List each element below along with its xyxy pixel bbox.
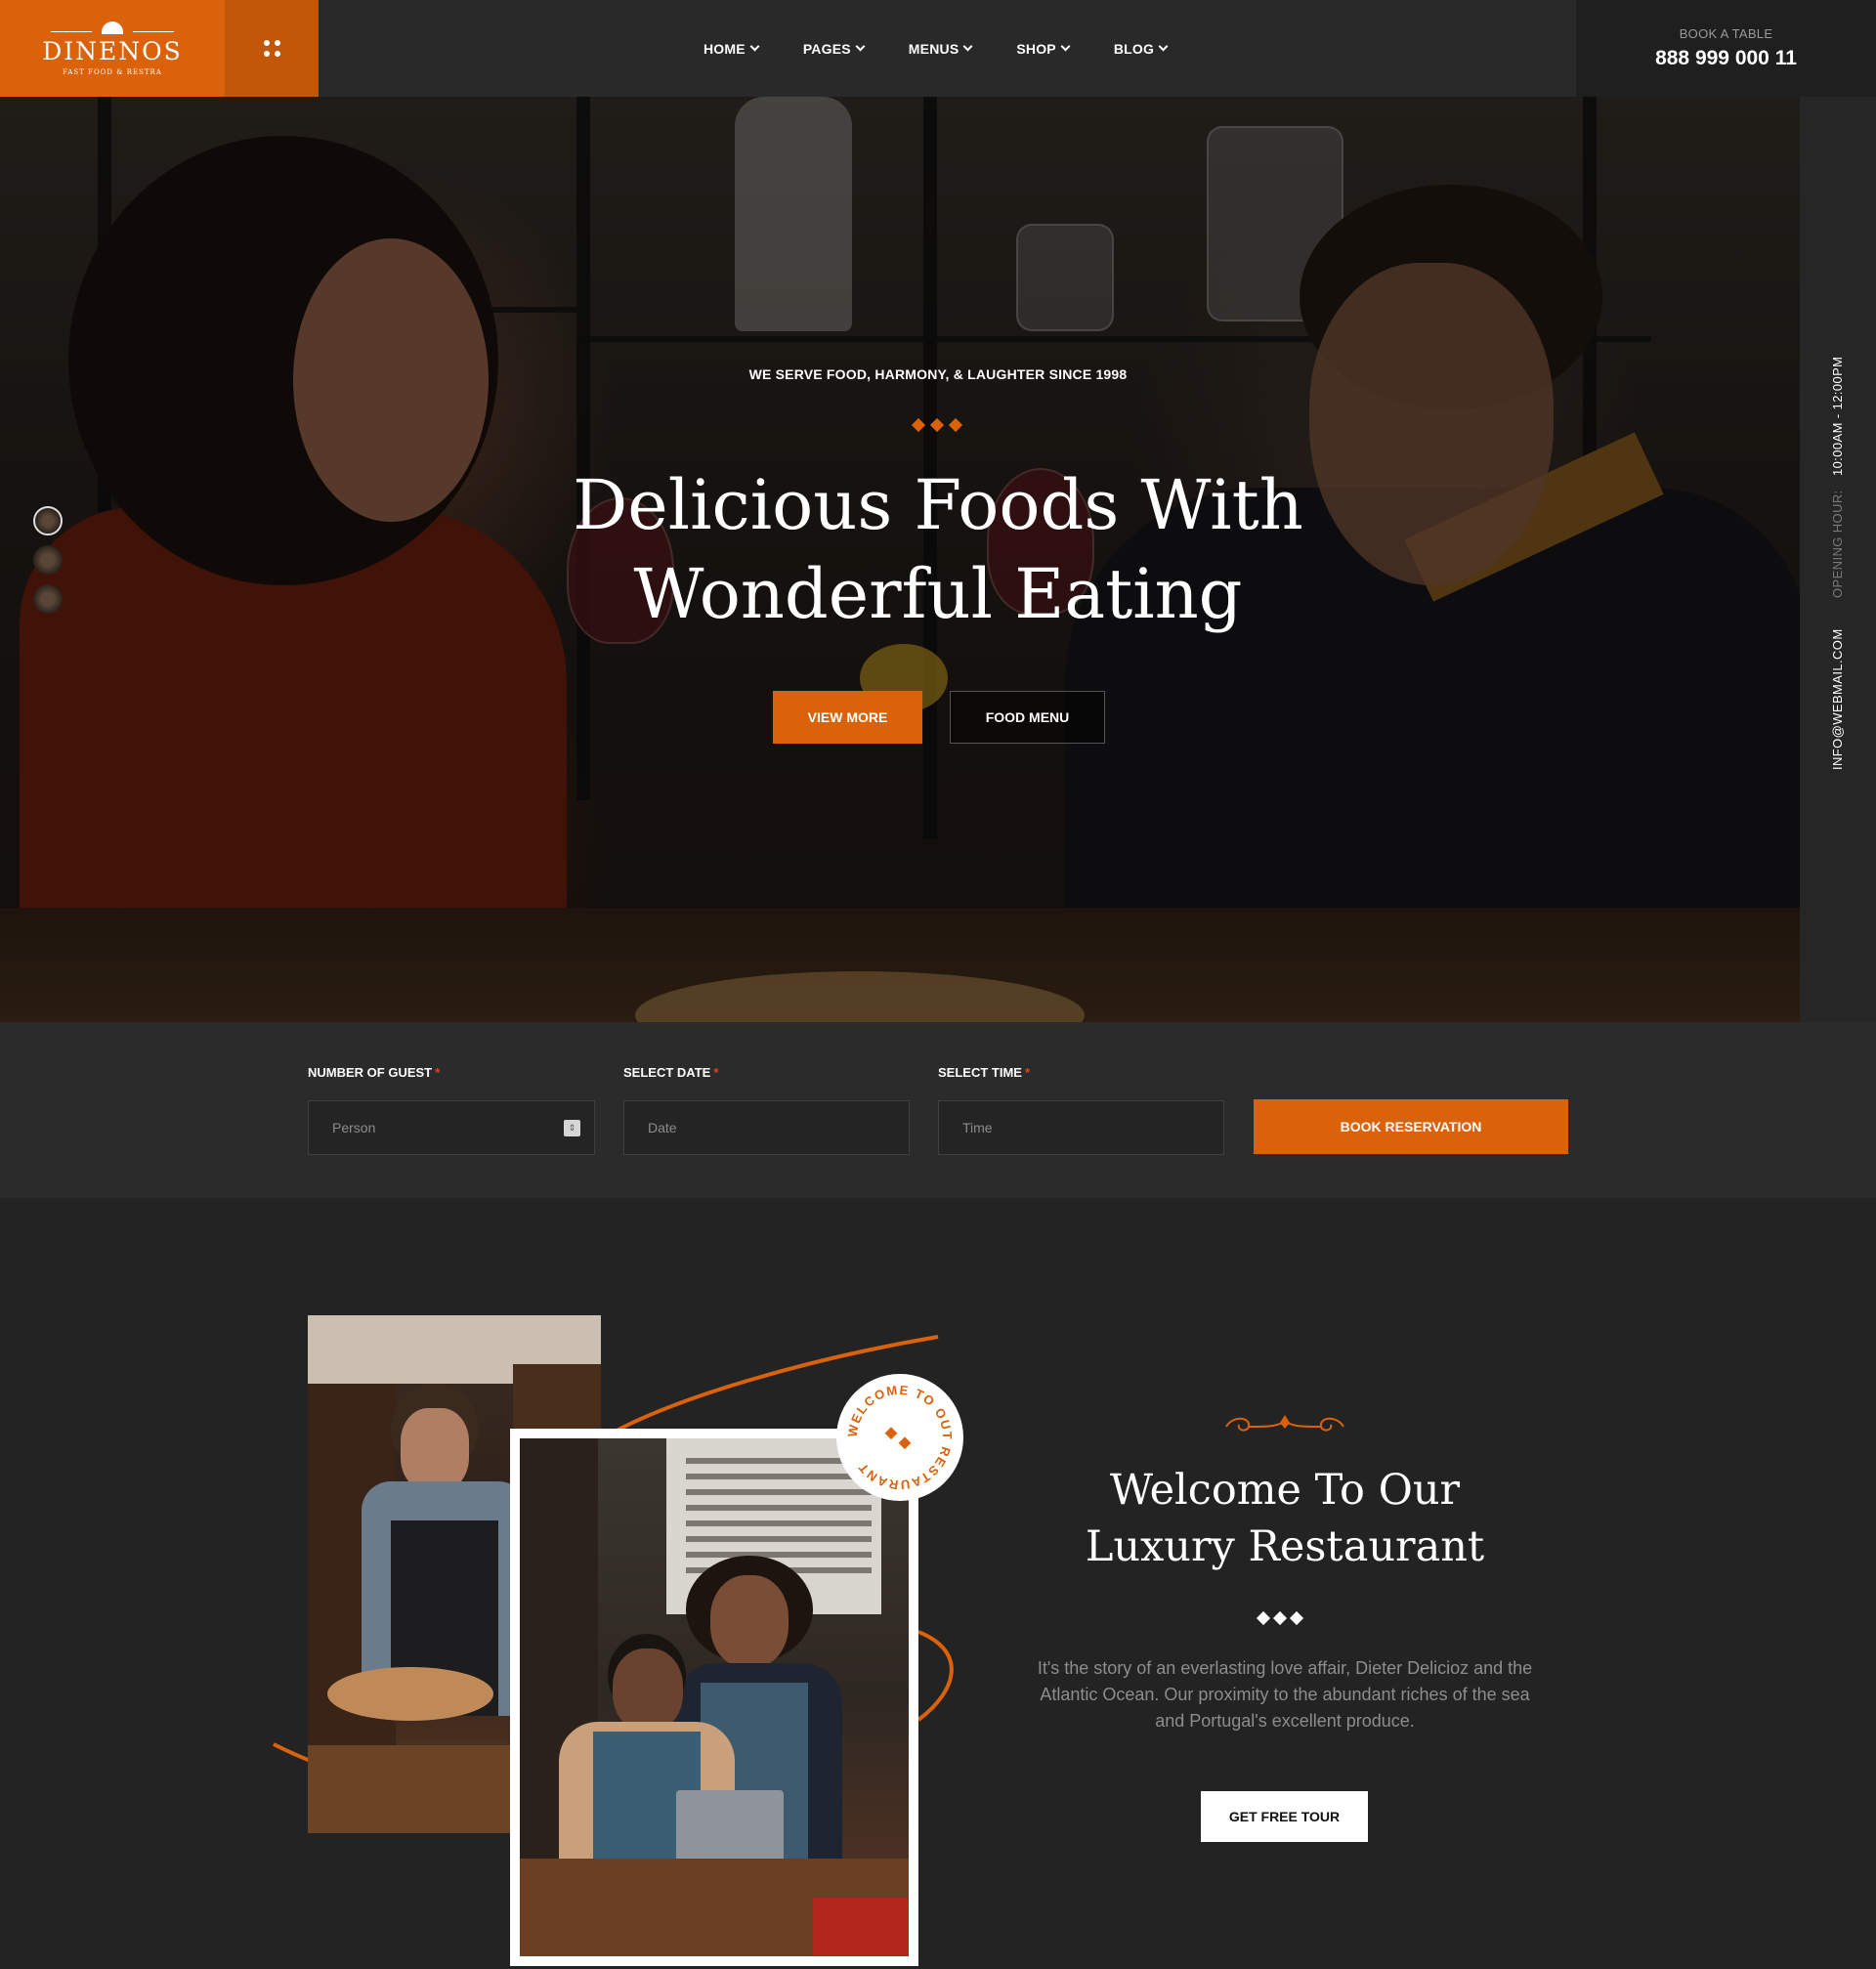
couple-laptop-photo (510, 1429, 918, 1966)
time-label: SELECT TIME * (938, 1065, 1031, 1080)
food-menu-button[interactable]: FOOD MENU (950, 691, 1105, 744)
side-opening-label: OPENING HOUR: (1830, 490, 1845, 598)
get-free-tour-button[interactable]: GET FREE TOUR (1201, 1791, 1368, 1842)
svg-text:WELCOME TO OUT RESTAURANT: WELCOME TO OUT RESTAURANT (845, 1383, 955, 1493)
nav-label: HOME (704, 40, 746, 57)
hero-title-line2: Wonderful Eating (633, 554, 1243, 634)
reservation-bar: NUMBER OF GUEST * Person ⇕ SELECT DATE * D… (0, 1022, 1876, 1198)
hero-divider-diamonds (911, 417, 963, 433)
nav-item-home[interactable]: HOME (704, 40, 760, 57)
badge-circular-text: WELCOME TO OUT RESTAURANT (845, 1383, 955, 1493)
menu-toggle-button[interactable] (225, 0, 319, 97)
hero-title-line1: Delicious Foods With (573, 465, 1303, 545)
badge-text: WELCOME TO OUT RESTAURANT (845, 1383, 954, 1493)
hero-title: Delicious Foods With Wonderful Eating (0, 461, 1876, 639)
nav-item-blog[interactable]: BLOG (1113, 40, 1169, 57)
welcome-paragraph: It's the story of an everlasting love af… (1037, 1658, 1533, 1731)
nav-label: SHOP (1016, 40, 1056, 57)
date-label: SELECT DATE * (623, 1065, 719, 1080)
welcome-title: Welcome To Our Luxury Restaurant (997, 1462, 1573, 1575)
welcome-title-line2: Luxury Restaurant (1085, 1522, 1485, 1571)
brand-logo[interactable]: DINENOS FAST FOOD & RESTRA (0, 0, 225, 97)
hero-eyebrow: WE SERVE FOOD, HARMONY, & LAUGHTER SINCE… (748, 366, 1128, 382)
guest-input[interactable]: Person ⇕ (308, 1100, 595, 1155)
date-input[interactable]: Date (623, 1100, 910, 1155)
book-table-label: BOOK A TABLE (1679, 26, 1773, 41)
brand-name: DINENOS (42, 36, 183, 65)
book-table-phone[interactable]: 888 999 000 11 (1655, 47, 1797, 70)
chevron-down-icon (855, 41, 866, 52)
stepper-icon[interactable]: ⇕ (564, 1120, 580, 1136)
nav-item-menus[interactable]: MENUS (908, 40, 973, 57)
chevron-down-icon (1158, 41, 1169, 52)
nav-label: MENUS (908, 40, 959, 57)
guest-placeholder: Person (332, 1120, 376, 1135)
welcome-badge: WELCOME TO OUT RESTAURANT (836, 1374, 963, 1501)
nav-item-pages[interactable]: PAGES (802, 40, 866, 57)
welcome-title-line1: Welcome To Our (1109, 1466, 1461, 1515)
side-opening-hours-text: 10:00AM - 12:00PM (1830, 356, 1845, 476)
nav-label: BLOG (1113, 40, 1155, 57)
nav-label: PAGES (802, 40, 851, 57)
time-placeholder: Time (962, 1120, 993, 1135)
time-input[interactable]: Time (938, 1100, 1224, 1155)
side-email-text: INFO@WEBMAIL.COM (1830, 628, 1845, 770)
guest-label: NUMBER OF GUEST * (308, 1065, 441, 1080)
date-placeholder: Date (648, 1120, 677, 1135)
chevron-down-icon (1060, 41, 1071, 52)
chevron-down-icon (962, 41, 973, 52)
nav-item-shop[interactable]: SHOP (1016, 40, 1071, 57)
chevron-down-icon (749, 41, 760, 52)
view-more-button[interactable]: VIEW MORE (773, 691, 922, 744)
cloche-icon (51, 21, 174, 34)
brand-tagline: FAST FOOD & RESTRA (63, 67, 162, 76)
book-reservation-button[interactable]: BOOK RESERVATION (1254, 1099, 1568, 1154)
book-table-box[interactable]: BOOK A TABLE 888 999 000 11 (1576, 0, 1876, 97)
site-header: DINENOS FAST FOOD & RESTRA HOME PAGES ME… (0, 0, 1876, 97)
main-nav: HOME PAGES MENUS SHOP BLOG (704, 0, 1212, 97)
welcome-divider-diamonds (1256, 1610, 1304, 1626)
grid-dots-icon (263, 40, 280, 57)
ornament-divider-icon (1225, 1415, 1344, 1432)
